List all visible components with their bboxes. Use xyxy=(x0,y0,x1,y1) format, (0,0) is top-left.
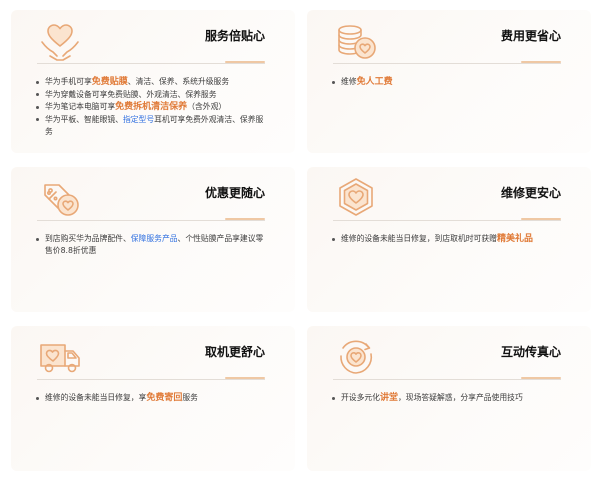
card-items: 华为手机可享免费贴膜、清洁、保养、系统升级服务 华为穿戴设备可享免费贴膜、外观清… xyxy=(33,76,269,138)
title-underline xyxy=(521,377,561,379)
service-card-pickup: 取机更舒心 维修的设备未能当日修复，享免费寄回服务 xyxy=(11,326,295,471)
card-title: 优惠更随心 xyxy=(204,186,265,200)
card-divider xyxy=(37,63,265,64)
card-title: 维修更安心 xyxy=(500,186,561,200)
card-title: 服务倍贴心 xyxy=(204,29,265,43)
title-underline xyxy=(225,377,265,379)
card-divider xyxy=(37,220,265,221)
service-card-care: 服务倍贴心 华为手机可享免费贴膜、清洁、保养、系统升级服务 华为穿戴设备可享免费… xyxy=(11,10,295,153)
list-item: 开设多元化讲堂，现场答疑解惑，分享产品使用技巧 xyxy=(329,392,565,404)
coins-heart-icon xyxy=(333,18,379,64)
list-item: 维修的设备未能当日修复，享免费寄回服务 xyxy=(33,392,269,404)
card-divider xyxy=(333,63,561,64)
card-divider xyxy=(37,379,265,380)
service-card-interaction: 互动传真心 开设多元化讲堂，现场答疑解惑，分享产品使用技巧 xyxy=(307,326,591,471)
card-divider xyxy=(333,379,561,380)
card-items: 到店购买华为品牌配件、保障服务产品、个性贴膜产品享建议零售价8.8折优惠 xyxy=(33,233,269,258)
protection-service-link[interactable]: 保障服务产品 xyxy=(131,234,178,243)
card-items: 开设多元化讲堂，现场答疑解惑，分享产品使用技巧 xyxy=(329,392,565,405)
heart-hands-icon xyxy=(37,18,83,64)
card-items: 维修的设备未能当日修复，到店取机时可获赠精美礼品 xyxy=(329,233,565,246)
list-item: 华为平板、智能眼镜、指定型号耳机可享免费外观清洁、保养服务 xyxy=(33,114,269,138)
service-card-repair: 维修更安心 维修的设备未能当日修复，到店取机时可获赠精美礼品 xyxy=(307,167,591,312)
service-card-cost: 费用更省心 维修免人工费 xyxy=(307,10,591,153)
list-item: 到店购买华为品牌配件、保障服务产品、个性贴膜产品享建议零售价8.8折优惠 xyxy=(33,233,269,257)
title-underline xyxy=(521,61,561,63)
list-item: 华为穿戴设备可享免费贴膜、外观清洁、保养服务 xyxy=(33,89,269,101)
card-title: 取机更舒心 xyxy=(204,345,265,359)
delivery-truck-heart-icon xyxy=(37,334,83,380)
card-items: 维修的设备未能当日修复，享免费寄回服务 xyxy=(33,392,269,405)
specified-models-link[interactable]: 指定型号 xyxy=(123,115,154,124)
title-underline xyxy=(521,218,561,220)
circle-heart-icon xyxy=(333,334,379,380)
card-title: 费用更省心 xyxy=(500,29,561,43)
list-item: 维修的设备未能当日修复，到店取机时可获赠精美礼品 xyxy=(329,233,565,245)
list-item: 维修免人工费 xyxy=(329,76,565,88)
list-item: 华为笔记本电脑可享免费拆机清洁保养（含外观） xyxy=(33,101,269,113)
list-item: 华为手机可享免费贴膜、清洁、保养、系统升级服务 xyxy=(33,76,269,88)
card-title: 互动传真心 xyxy=(500,345,561,359)
service-card-discount: 优惠更随心 到店购买华为品牌配件、保障服务产品、个性贴膜产品享建议零售价8.8折… xyxy=(11,167,295,312)
card-items: 维修免人工费 xyxy=(329,76,565,89)
title-underline xyxy=(225,61,265,63)
card-divider xyxy=(333,220,561,221)
discount-tag-heart-icon xyxy=(37,175,83,221)
hexagon-heart-icon xyxy=(333,175,379,221)
title-underline xyxy=(225,218,265,220)
